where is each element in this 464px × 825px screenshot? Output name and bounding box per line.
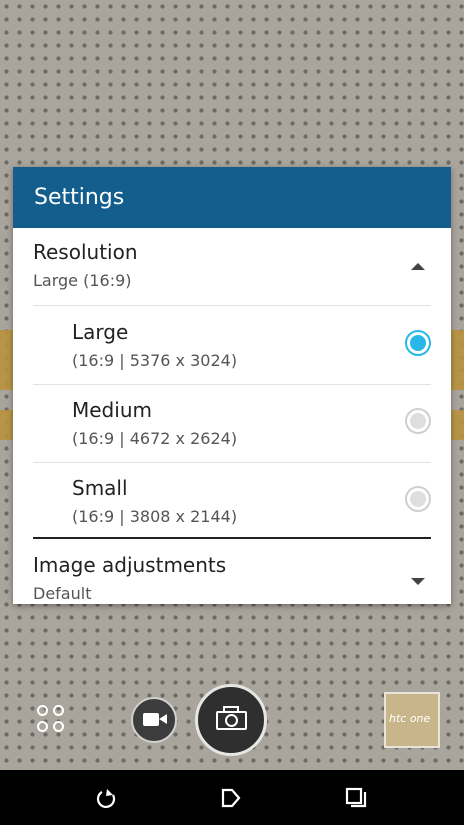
gallery-thumbnail[interactable]: htc one bbox=[384, 692, 440, 748]
shutter-button[interactable] bbox=[195, 684, 267, 756]
resolution-option-large[interactable]: Large (16:9 | 5376 x 3024) bbox=[33, 306, 431, 385]
recent-apps-icon[interactable] bbox=[344, 786, 368, 810]
resolution-value: Large (16:9) bbox=[33, 271, 132, 290]
image-adjustments-value: Default bbox=[33, 584, 92, 603]
option-detail: (16:9 | 5376 x 3024) bbox=[72, 351, 238, 370]
resolution-option-small[interactable]: Small (16:9 | 3808 x 2144) bbox=[33, 462, 431, 540]
thumbnail-logo: htc one bbox=[389, 712, 431, 725]
option-label: Small bbox=[72, 476, 128, 500]
radio-selected-icon[interactable] bbox=[405, 330, 431, 356]
option-label: Medium bbox=[72, 398, 152, 422]
navigation-bar bbox=[0, 770, 464, 825]
dialog-title: Settings bbox=[13, 167, 451, 228]
settings-dialog: Settings Resolution Large (16:9) Large (… bbox=[13, 167, 451, 604]
option-detail: (16:9 | 4672 x 2624) bbox=[72, 429, 238, 448]
home-icon[interactable] bbox=[220, 787, 242, 809]
image-adjustments-section[interactable]: Image adjustments Default bbox=[33, 541, 431, 604]
back-icon[interactable] bbox=[96, 787, 118, 809]
chevron-down-icon[interactable] bbox=[411, 578, 425, 585]
section-divider bbox=[33, 537, 431, 539]
resolution-section[interactable]: Resolution Large (16:9) bbox=[33, 228, 431, 306]
option-label: Large bbox=[72, 320, 129, 344]
option-detail: (16:9 | 3808 x 2144) bbox=[72, 507, 238, 526]
apps-grid-icon[interactable] bbox=[36, 704, 68, 736]
video-mode-button[interactable] bbox=[131, 697, 177, 743]
resolution-title: Resolution bbox=[33, 240, 138, 264]
radio-unselected-icon[interactable] bbox=[405, 408, 431, 434]
video-camera-icon bbox=[143, 713, 159, 726]
radio-unselected-icon[interactable] bbox=[405, 486, 431, 512]
chevron-up-icon[interactable] bbox=[411, 263, 425, 270]
resolution-option-medium[interactable]: Medium (16:9 | 4672 x 2624) bbox=[33, 384, 431, 463]
image-adjustments-title: Image adjustments bbox=[33, 553, 227, 577]
